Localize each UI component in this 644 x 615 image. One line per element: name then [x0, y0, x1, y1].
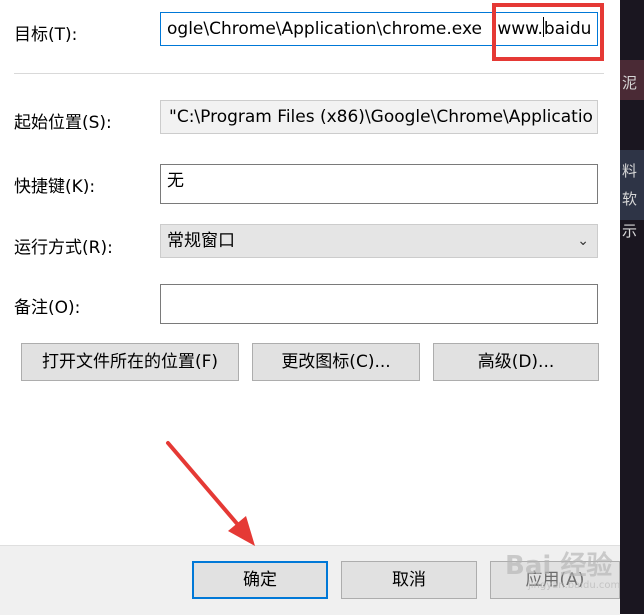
run-mode-select[interactable]: 常规窗口 ⌄: [160, 224, 598, 258]
start-in-label: 起始位置(S):: [14, 113, 112, 133]
change-icon-button[interactable]: 更改图标(C)...: [252, 343, 420, 381]
background-glyph: 软: [622, 190, 638, 208]
shortcut-key-value: 无: [167, 171, 184, 191]
background-window-edge: 泥 料 软 示: [620, 0, 644, 614]
advanced-button[interactable]: 高级(D)...: [433, 343, 599, 381]
shortcut-properties-dialog: 目标(T): ogle\Chrome\Application\chrome.ex…: [0, 0, 621, 615]
comment-label: 备注(O):: [14, 298, 81, 318]
chevron-down-icon: ⌄: [577, 233, 589, 249]
background-glyph: 泥: [622, 74, 638, 92]
shortcut-key-field[interactable]: 无: [160, 164, 598, 204]
red-highlight-box: [492, 3, 604, 61]
divider: [14, 73, 604, 74]
run-label: 运行方式(R):: [14, 238, 113, 258]
cancel-button[interactable]: 取消: [341, 561, 477, 599]
start-in-value: "C:\Program Files (x86)\Google\Chrome\Ap…: [169, 107, 593, 127]
ok-button[interactable]: 确定: [192, 561, 328, 599]
shortcut-key-label: 快捷键(K):: [14, 177, 96, 197]
target-label: 目标(T):: [14, 25, 78, 45]
background-glyph: 料: [622, 162, 638, 180]
run-mode-value: 常规窗口: [167, 231, 235, 251]
target-field-value: ogle\Chrome\Application\chrome.exe: [167, 19, 482, 39]
start-in-field[interactable]: "C:\Program Files (x86)\Google\Chrome\Ap…: [160, 100, 598, 134]
open-file-location-button[interactable]: 打开文件所在的位置(F): [21, 343, 239, 381]
baidu-watermark-url: jingyan.baidu.com: [528, 580, 621, 591]
baidu-watermark: Bai 经验: [505, 551, 613, 581]
comment-field[interactable]: [160, 284, 598, 324]
background-glyph: 示: [622, 222, 638, 240]
